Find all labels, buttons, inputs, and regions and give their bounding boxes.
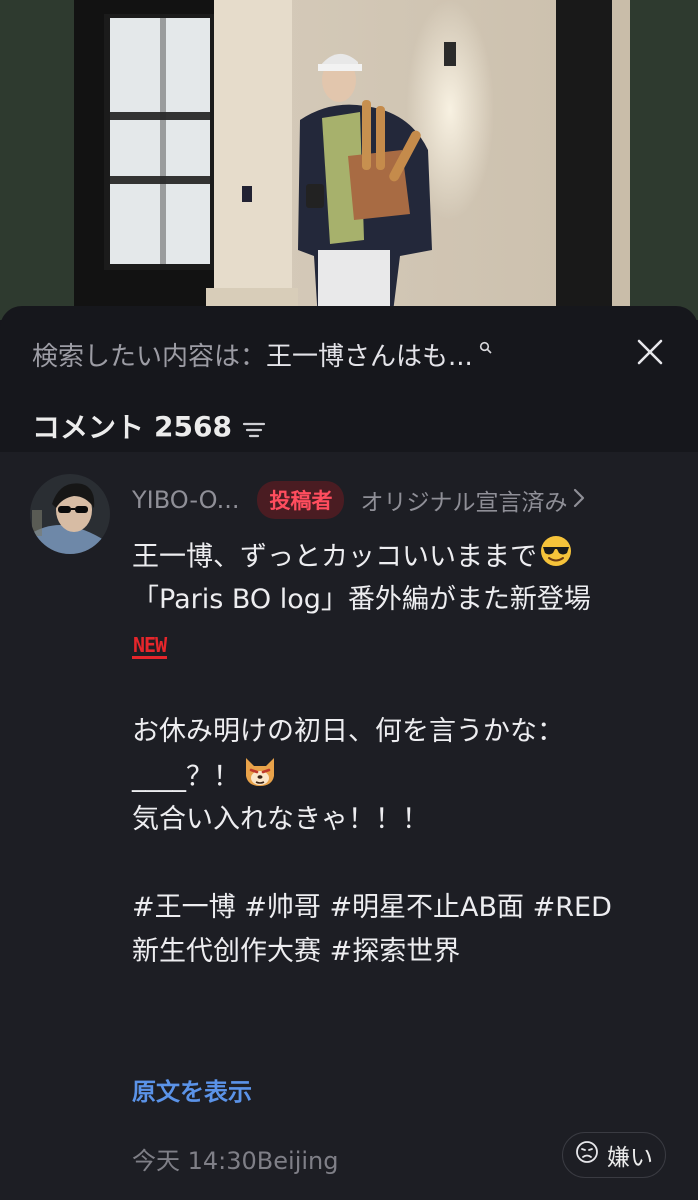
comment-line: 「Paris BO log」番外編がまた新登場 [132, 584, 591, 615]
comment-body: 王一博、ずっとカッコいいままで 「Paris BO log」番外編がまた新登場 … [132, 534, 677, 974]
dislike-button[interactable]: 嫌い [562, 1132, 666, 1178]
close-icon[interactable] [636, 338, 664, 370]
shiba-emoji-icon [242, 754, 278, 802]
avatar[interactable] [30, 474, 110, 554]
username[interactable]: YIBO-O... [132, 486, 239, 514]
hashtag[interactable]: #帅哥 [244, 892, 321, 923]
close-button[interactable] [630, 334, 670, 374]
sunglasses-emoji-icon [539, 534, 573, 582]
dislike-face-icon [575, 1140, 599, 1170]
comments-count: 2568 [154, 409, 232, 443]
search-query[interactable]: 王一博さんはも... [266, 336, 473, 373]
chevron-right-icon[interactable] [573, 486, 585, 514]
hashtag[interactable]: #王一博 [132, 892, 236, 923]
hashtag[interactable]: 新生代创作大赛 [132, 936, 321, 967]
video-frame[interactable] [0, 0, 698, 320]
comment-line: ____？！ [132, 761, 240, 793]
original-declared-link[interactable]: オリジナル宣言済み [360, 483, 567, 517]
comments-header: コメント 2568 [32, 406, 266, 446]
show-original-link[interactable]: 原文を表示 [132, 1072, 252, 1107]
comment-sheet: 検索したい内容は： 王一博さんはも... コメント 2568 YIBO-O...… [0, 306, 698, 1200]
comment-line: 気合い入れなきゃ！！！ [132, 804, 429, 835]
search-icon[interactable] [479, 332, 493, 362]
search-prefix: 検索したい内容は： [32, 341, 267, 372]
comment-line: 王一博、ずっとカッコいいままで [132, 541, 537, 573]
comment-line: お休み明けの初日、何を言うかな： [132, 716, 564, 747]
search-suggestion[interactable]: 検索したい内容は： 王一博さんはも... [32, 334, 622, 374]
hashtag[interactable]: #明星不止AB面 [329, 892, 524, 923]
timestamp: 今天 14:30Beijing [132, 1146, 339, 1175]
author-badge: 投稿者 [257, 481, 345, 519]
comment-footer: 今天 14:30Beijing 嫌い [132, 1132, 672, 1180]
new-badge: NEW [132, 633, 167, 659]
hashtag[interactable]: #探索世界 [330, 936, 461, 967]
hashtag[interactable]: #RED [533, 892, 612, 923]
comment-author-row: YIBO-O... 投稿者 オリジナル宣言済み [132, 478, 672, 522]
sort-icon[interactable] [242, 414, 266, 447]
video-photo [0, 0, 698, 320]
dislike-label: 嫌い [607, 1145, 653, 1171]
comments-label: コメント [32, 411, 145, 444]
